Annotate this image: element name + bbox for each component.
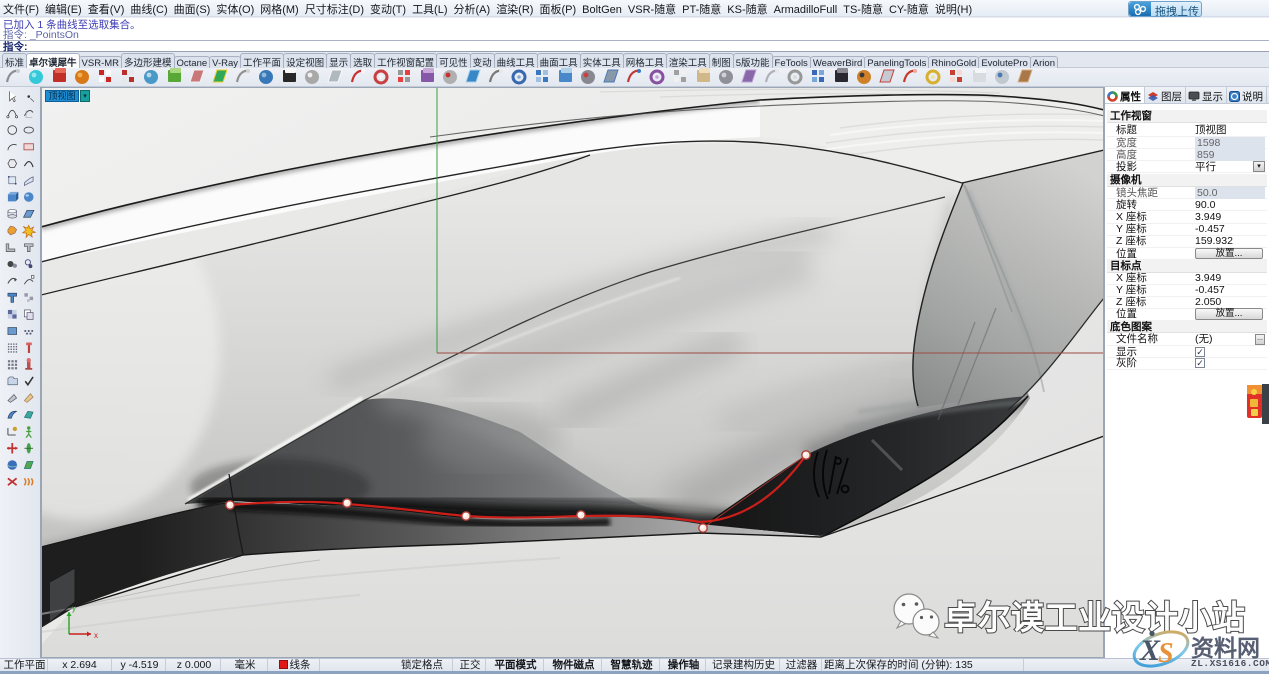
svg-text:S: S (1158, 638, 1174, 669)
svg-text:x: x (94, 631, 98, 640)
svg-text:ZL.XS1616.COM: ZL.XS1616.COM (1191, 658, 1269, 669)
svg-text:y: y (72, 604, 76, 613)
